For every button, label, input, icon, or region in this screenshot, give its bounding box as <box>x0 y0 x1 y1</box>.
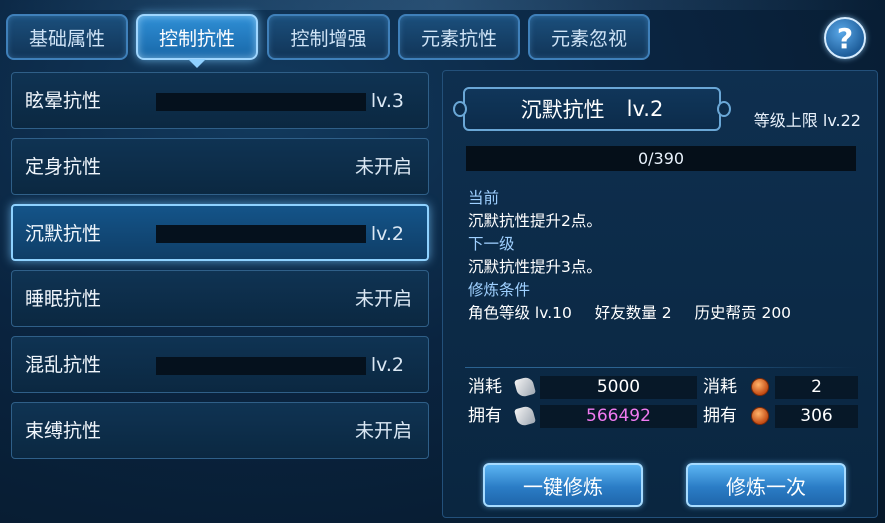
condition-role-level: 角色等级 lv.10 <box>468 304 572 322</box>
resistance-name: 沉默抗性 <box>25 223 102 245</box>
coin-icon <box>751 407 769 425</box>
level-cap: 等级上限 lv.22 <box>753 111 861 130</box>
divider <box>465 367 857 368</box>
detail-panel: 沉默抗性 lv.2 等级上限 lv.22 0/390 当前 沉默抗性提升2点。 … <box>442 70 878 518</box>
own-label: 拥有 <box>703 406 737 426</box>
scroll-own-value: 566492 <box>540 405 697 428</box>
resistance-progress-bar <box>156 93 366 111</box>
experience-text: 0/390 <box>637 149 685 168</box>
current-effect: 沉默抗性提升2点。 <box>468 212 602 230</box>
own-label: 拥有 <box>468 406 502 426</box>
tab-element-ignore[interactable]: 元素忽视 <box>528 14 650 60</box>
resistance-name: 混乱抗性 <box>25 354 102 376</box>
coin-own: 拥有 306 <box>703 405 858 428</box>
detail-level: lv.2 <box>626 97 664 121</box>
resistance-row-root[interactable]: 定身抗性 未开启 <box>11 138 429 195</box>
effect-info: 当前 沉默抗性提升2点。 下一级 沉默抗性提升3点。 修炼条件 角色等级 lv.… <box>468 187 868 325</box>
resistance-progress-bar <box>156 225 366 243</box>
coin-consume-value: 2 <box>775 376 858 399</box>
resistance-row-bind[interactable]: 束缚抗性 未开启 <box>11 402 429 459</box>
condition-guild-contribution: 历史帮贡 200 <box>694 304 792 322</box>
resistance-row-confusion[interactable]: 混乱抗性 lv.2 <box>11 336 429 393</box>
coin-consume: 消耗 2 <box>703 376 858 399</box>
scroll-icon <box>513 404 537 428</box>
resistance-name: 眩晕抗性 <box>25 90 102 112</box>
current-label: 当前 <box>468 189 500 207</box>
resistance-locked-status: 未开启 <box>354 288 412 310</box>
train-once-button[interactable]: 修炼一次 <box>686 463 846 507</box>
resistance-locked-status: 未开启 <box>354 156 412 178</box>
plate-ornament-left <box>453 101 467 117</box>
help-button[interactable]: ? <box>824 17 866 59</box>
experience-bar: 0/390 <box>466 146 856 171</box>
resistance-level: lv.2 <box>370 354 404 376</box>
detail-title-plate: 沉默抗性 lv.2 <box>453 87 731 131</box>
resistance-progress-bar <box>156 357 366 375</box>
conditions-row: 角色等级 lv.10 好友数量 2 历史帮贡 200 <box>468 302 868 325</box>
resistance-name: 睡眠抗性 <box>25 288 102 310</box>
tab-element-resistance[interactable]: 元素抗性 <box>398 14 520 60</box>
condition-friend-count: 好友数量 2 <box>594 304 672 322</box>
resistance-name: 定身抗性 <box>25 156 102 178</box>
consume-label: 消耗 <box>703 377 737 397</box>
scroll-consume-value: 5000 <box>540 376 697 399</box>
scroll-icon <box>513 375 537 399</box>
conditions-label: 修炼条件 <box>468 281 531 299</box>
top-decoration <box>0 0 885 10</box>
next-effect: 沉默抗性提升3点。 <box>468 258 602 276</box>
scroll-consume: 消耗 5000 <box>468 375 697 399</box>
tab-control-enhance[interactable]: 控制增强 <box>267 14 390 60</box>
resistance-name: 束缚抗性 <box>25 420 102 442</box>
tab-control-resistance[interactable]: 控制抗性 <box>136 14 258 68</box>
coin-icon <box>751 378 769 396</box>
resistance-level: lv.2 <box>370 223 404 245</box>
tab-basic-attributes[interactable]: 基础属性 <box>6 14 128 60</box>
resistance-row-stun[interactable]: 眩晕抗性 lv.3 <box>11 72 429 129</box>
question-icon: ? <box>836 21 854 55</box>
next-label: 下一级 <box>468 235 515 253</box>
resistance-row-silence[interactable]: 沉默抗性 lv.2 <box>11 204 429 261</box>
resistance-row-sleep[interactable]: 睡眠抗性 未开启 <box>11 270 429 327</box>
plate-ornament-right <box>717 101 731 117</box>
active-tab-pointer <box>188 59 206 68</box>
resistance-locked-status: 未开启 <box>354 420 412 442</box>
detail-title: 沉默抗性 <box>520 98 605 122</box>
train-all-button[interactable]: 一键修炼 <box>483 463 643 507</box>
consume-label: 消耗 <box>468 377 502 397</box>
coin-own-value: 306 <box>775 405 858 428</box>
resistance-level: lv.3 <box>370 90 404 112</box>
scroll-own: 拥有 566492 <box>468 404 697 428</box>
